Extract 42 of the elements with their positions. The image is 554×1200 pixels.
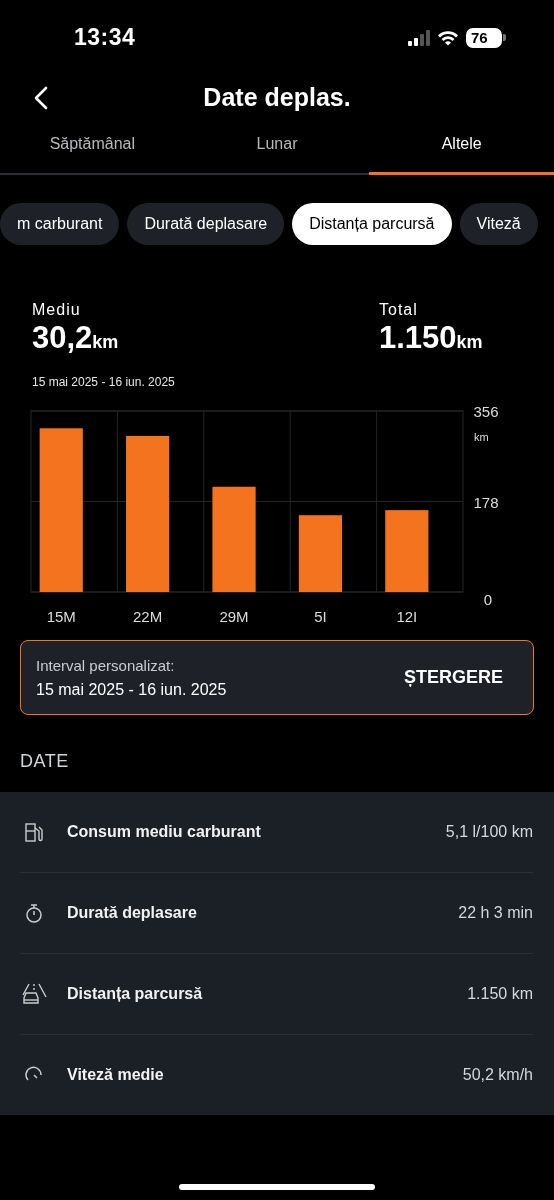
tab[interactable]: Săptămânal bbox=[0, 123, 185, 175]
axis-label: 29M bbox=[219, 608, 249, 625]
filter-chip[interactable]: m carburant bbox=[0, 203, 120, 245]
axis-label: 22M bbox=[133, 608, 163, 625]
signal-icon bbox=[408, 29, 430, 46]
section-heading: DATE bbox=[20, 751, 70, 772]
axis-label: 5I bbox=[314, 608, 327, 625]
axis-tick: 0 bbox=[483, 591, 493, 608]
clear-button[interactable]: ȘTERGERE bbox=[403, 663, 503, 692]
data-label: Durată deplasare bbox=[67, 904, 198, 922]
axis-unit: km bbox=[474, 431, 489, 443]
total-label: Total bbox=[379, 301, 419, 319]
back-icon[interactable] bbox=[32, 86, 50, 110]
wifi-icon bbox=[437, 29, 459, 46]
filter-chip[interactable]: Viteză bbox=[459, 203, 538, 245]
data-label: Distanța parcursă bbox=[67, 985, 204, 1003]
axis-tick: 178 bbox=[473, 493, 499, 511]
car-on-road-icon bbox=[21, 983, 47, 1005]
data-label: Viteză medie bbox=[67, 1066, 165, 1084]
fuel-pump-icon bbox=[25, 822, 43, 842]
axis-label: 12I bbox=[396, 608, 418, 625]
data-value: 1.150 km bbox=[467, 985, 533, 1003]
average-value: 30,2km bbox=[32, 320, 119, 356]
tab[interactable]: Altele bbox=[369, 123, 554, 175]
average-label: Mediu bbox=[32, 301, 82, 319]
date-range: 15 mai 2025 - 16 iun. 2025 bbox=[32, 375, 176, 389]
battery-icon: 76 bbox=[466, 27, 502, 48]
data-value: 50,2 km/h bbox=[462, 1066, 533, 1084]
data-label: Consum mediu carburant bbox=[67, 823, 262, 841]
data-value: 5,1 l/100 km bbox=[445, 823, 533, 841]
data-value: 22 h 3 min bbox=[458, 904, 533, 922]
tab[interactable]: Lunar bbox=[184, 123, 370, 175]
axis-tick: 356 bbox=[473, 403, 499, 420]
screen-title: Date deplas. bbox=[203, 83, 351, 112]
clock-time: 13:34 bbox=[74, 24, 137, 51]
stopwatch-icon bbox=[25, 903, 43, 923]
filter-chip[interactable]: Durată deplasare bbox=[127, 203, 285, 245]
interval-label: Interval personalizat: bbox=[36, 656, 176, 674]
total-value: 1.150km bbox=[379, 320, 484, 356]
axis-label: 15M bbox=[46, 608, 76, 625]
interval-range: 15 mai 2025 - 16 iun. 2025 bbox=[36, 680, 228, 699]
filter-chip[interactable]: Distanța parcursă bbox=[292, 203, 452, 245]
